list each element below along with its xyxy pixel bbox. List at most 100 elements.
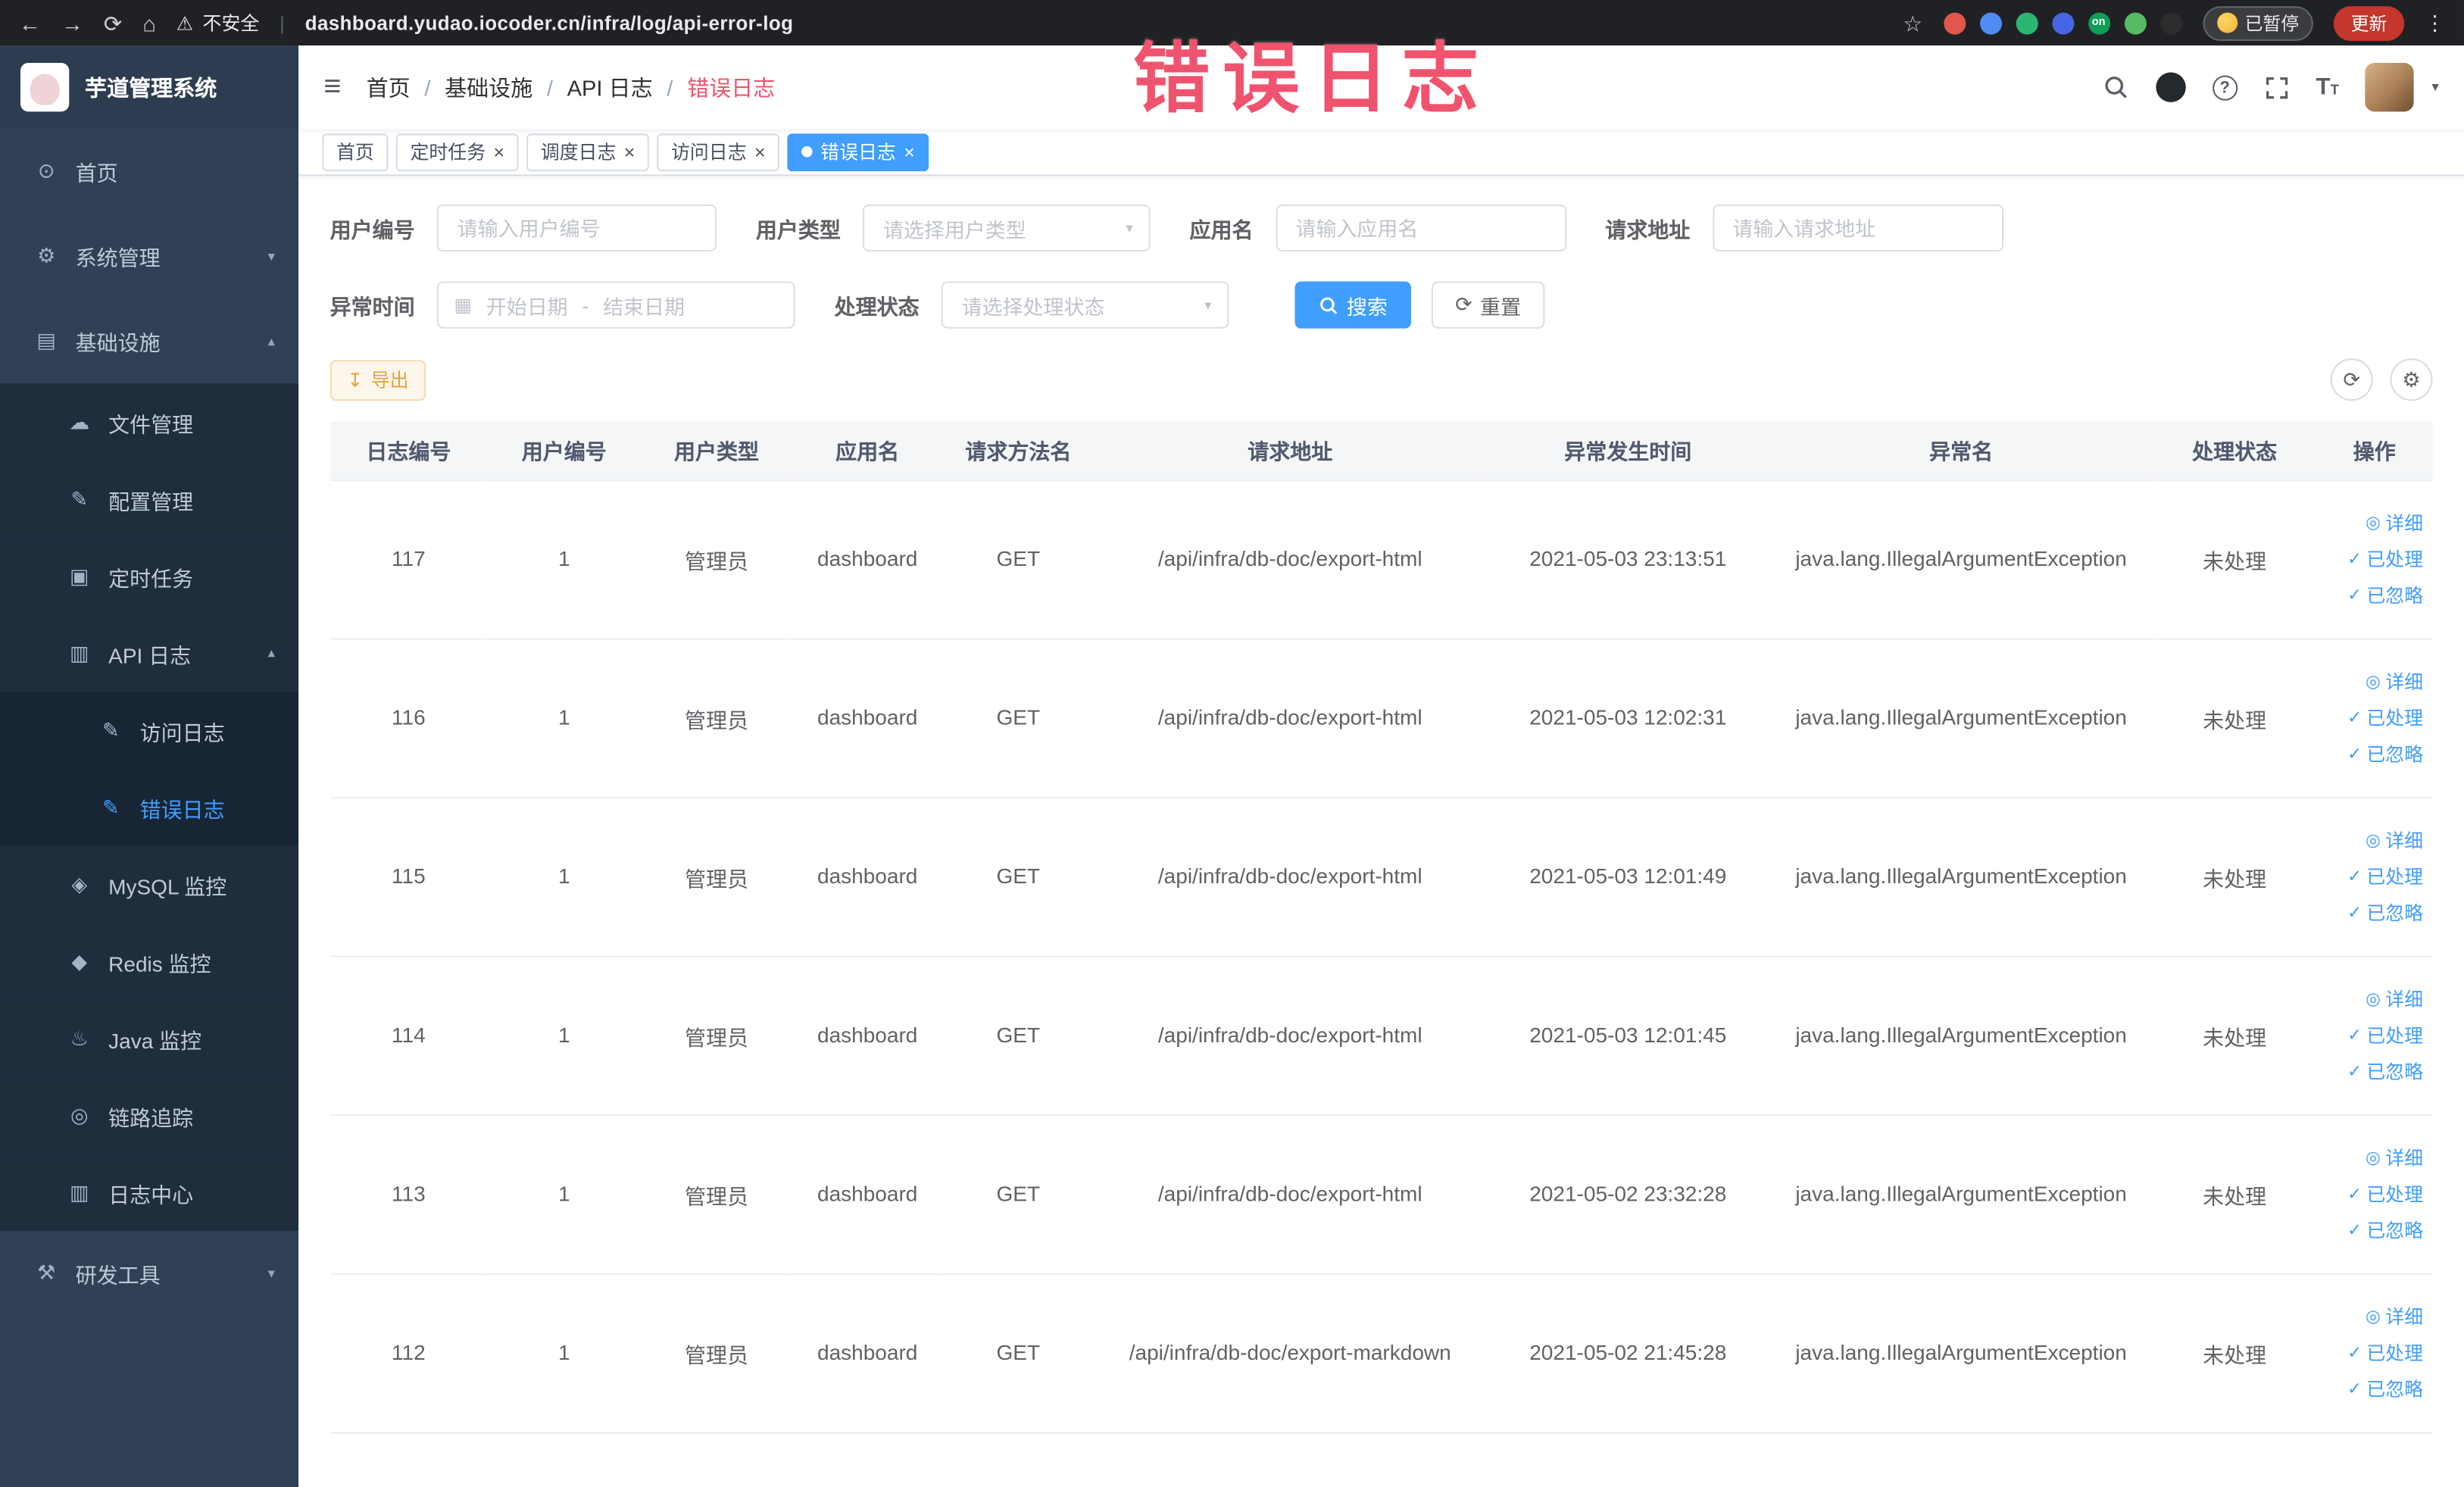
check-icon: ✓ — [2347, 550, 2363, 570]
close-icon[interactable]: × — [754, 142, 766, 161]
action-processed-link[interactable]: ✓ 已处理 — [2347, 1339, 2423, 1366]
action-ignored-link[interactable]: ✓ 已忽略 — [2347, 1058, 2423, 1085]
column-header-4: 请求方法名 — [942, 421, 1094, 480]
sidebar-item-redis-monitor[interactable]: ◆ Redis 监控 — [0, 923, 299, 1000]
action-label: 已忽略 — [2366, 584, 2424, 607]
url-text[interactable]: dashboard.yudao.iocoder.cn/infra/log/api… — [305, 12, 794, 34]
extension-icon[interactable] — [2160, 11, 2182, 34]
extension-icon[interactable] — [2015, 11, 2038, 34]
reload-icon[interactable]: ⟳ — [104, 12, 122, 34]
breadcrumb-item[interactable]: API 日志 — [567, 71, 653, 103]
sidebar-item-mysql-monitor[interactable]: ◈ MySQL 监控 — [0, 845, 299, 923]
extension-icon[interactable]: on — [2088, 11, 2110, 34]
process-status-select[interactable]: 请选择处理状态 ▾ — [941, 281, 1229, 329]
search-button[interactable]: 搜索 — [1294, 281, 1412, 329]
sidebar-item-file-management[interactable]: ☁ 文件管理 — [0, 383, 299, 461]
refresh-table-button[interactable]: ⟳ — [2330, 358, 2373, 401]
action-ignored-link[interactable]: ✓ 已忽略 — [2347, 1376, 2423, 1402]
sidebar-item-access-log[interactable]: ✎ 访问日志 — [0, 692, 299, 769]
action-ignored-link[interactable]: ✓ 已忽略 — [2347, 899, 2423, 926]
user-type-select[interactable]: 请选择用户类型 ▾ — [862, 204, 1151, 252]
help-icon[interactable]: ? — [2212, 74, 2238, 100]
home-icon[interactable]: ⌂ — [142, 12, 156, 34]
error-log-icon: ✎ — [101, 794, 120, 819]
close-icon[interactable]: × — [904, 142, 915, 161]
sidebar-item-api-log[interactable]: ▥ API 日志 ▴ — [0, 614, 299, 692]
close-icon[interactable]: × — [493, 142, 504, 161]
action-detail-link[interactable]: ◎ 详细 — [2366, 1145, 2423, 1171]
tab-schedule-log[interactable]: 调度日志 × — [526, 133, 649, 171]
action-processed-link[interactable]: ✓ 已处理 — [2347, 1022, 2423, 1048]
column-settings-button[interactable]: ⚙ — [2390, 358, 2433, 401]
security-chip[interactable]: ⚠ 不安全 — [176, 9, 259, 36]
sidebar-item-infrastructure[interactable]: ▤ 基础设施 ▴ — [0, 298, 298, 383]
action-detail-link[interactable]: ◎ 详细 — [2366, 827, 2423, 854]
user-avatar[interactable] — [2366, 63, 2415, 112]
chevron-down-icon[interactable]: ▾ — [2431, 79, 2438, 96]
paused-badge[interactable]: 已暂停 — [2202, 5, 2313, 40]
sidebar-item-scheduled-tasks[interactable]: ▣ 定时任务 — [0, 537, 299, 615]
fullscreen-icon[interactable] — [2264, 75, 2289, 100]
cell-actions: ◎ 详细 ✓ 已处理 ✓ 已忽略 — [2316, 955, 2433, 1116]
search-icon[interactable] — [2102, 74, 2128, 101]
action-processed-link[interactable]: ✓ 已处理 — [2347, 704, 2423, 731]
sidebar-item-java-monitor[interactable]: ♨ Java 监控 — [0, 999, 299, 1077]
breadcrumb-item[interactable]: 基础设施 — [445, 71, 532, 103]
user-id-filter: 用户编号 — [330, 204, 717, 252]
close-icon[interactable]: × — [624, 142, 636, 161]
extension-icons: on — [1943, 11, 2182, 34]
cloud-icon: ☁ — [69, 409, 90, 433]
action-detail-link[interactable]: ◎ 详细 — [2366, 509, 2423, 536]
app-logo: 芋道管理系统 — [0, 45, 299, 130]
tab-access-log[interactable]: 访问日志 × — [657, 133, 780, 171]
cell-exception: java.lang.IllegalArgumentException — [1769, 1114, 2153, 1274]
action-processed-link[interactable]: ✓ 已处理 — [2347, 1180, 2423, 1207]
sidebar-item-log-center[interactable]: ▥ 日志中心 — [0, 1154, 299, 1231]
exception-time-filter: 异常时间 ▦ 开始日期 - 结束日期 — [329, 281, 795, 329]
row-actions: ◎ 详细 ✓ 已处理 ✓ 已忽略 — [2322, 509, 2426, 608]
extension-icon[interactable] — [1978, 11, 2002, 34]
extension-icon[interactable] — [2051, 11, 2074, 34]
hamburger-icon[interactable]: ≡ — [323, 70, 341, 105]
back-icon[interactable]: ← — [19, 12, 41, 34]
sidebar-item-home[interactable]: ⊙ 首页 — [0, 129, 298, 214]
action-detail-link[interactable]: ◎ 详细 — [2366, 668, 2423, 695]
action-ignored-link[interactable]: ✓ 已忽略 — [2347, 582, 2423, 608]
github-icon[interactable] — [2155, 72, 2186, 102]
action-detail-link[interactable]: ◎ 详细 — [2366, 1303, 2423, 1329]
date-range-picker[interactable]: ▦ 开始日期 - 结束日期 — [436, 281, 795, 329]
sidebar-item-config-management[interactable]: ✎ 配置管理 — [0, 461, 299, 538]
reset-button[interactable]: ⟳ 重置 — [1431, 281, 1545, 329]
request-url-input[interactable] — [1712, 204, 2003, 252]
forward-icon[interactable]: → — [61, 12, 83, 34]
exception-time-label: 异常时间 — [329, 295, 415, 320]
action-detail-link[interactable]: ◎ 详细 — [2366, 986, 2423, 1012]
sidebar-item-system-management[interactable]: ⚙ 系统管理 ▾ — [0, 214, 298, 298]
extension-icon[interactable] — [2123, 11, 2146, 34]
table-row: 112 1 管理员 dashboard GET/api/infra/db-doc/exp… — [329, 1273, 2433, 1433]
sidebar-item-error-log[interactable]: ✎ 错误日志 — [0, 768, 299, 846]
sidebar-item-link-tracing[interactable]: ◎ 链路追踪 — [0, 1076, 299, 1154]
update-button[interactable]: 更新 — [2333, 5, 2405, 40]
extension-icon[interactable] — [1943, 11, 1966, 34]
cell-exception: java.lang.IllegalArgumentException — [1769, 797, 2153, 957]
action-ignored-link[interactable]: ✓ 已忽略 — [2347, 1217, 2423, 1243]
filter-row-1: 用户编号 用户类型 请选择用户类型 ▾ 应用名 — [330, 204, 2433, 252]
sidebar-item-label: 研发工具 — [75, 1264, 161, 1288]
bookmark-star-icon[interactable]: ☆ — [1903, 12, 1922, 34]
app-name-input[interactable] — [1275, 204, 1566, 252]
cell-method: GET — [942, 1114, 1094, 1274]
breadcrumb-item[interactable]: 首页 — [367, 71, 411, 103]
action-processed-link[interactable]: ✓ 已处理 — [2347, 863, 2423, 889]
sidebar-item-dev-tools[interactable]: ⚒ 研发工具 ▾ — [0, 1231, 298, 1316]
tab-error-log[interactable]: 错误日志 × — [787, 133, 929, 171]
refresh-icon: ⟳ — [1455, 292, 1472, 317]
user-id-input[interactable] — [436, 204, 717, 252]
export-button[interactable]: ↧ 导出 — [329, 359, 426, 401]
browser-menu-icon[interactable]: ⋮ — [2425, 10, 2445, 35]
tab-scheduled-tasks[interactable]: 定时任务 × — [395, 133, 519, 171]
font-size-icon[interactable]: TT — [2316, 76, 2339, 99]
action-ignored-link[interactable]: ✓ 已忽略 — [2347, 740, 2423, 767]
action-processed-link[interactable]: ✓ 已处理 — [2347, 545, 2423, 572]
tab-home[interactable]: 首页 — [322, 133, 389, 171]
